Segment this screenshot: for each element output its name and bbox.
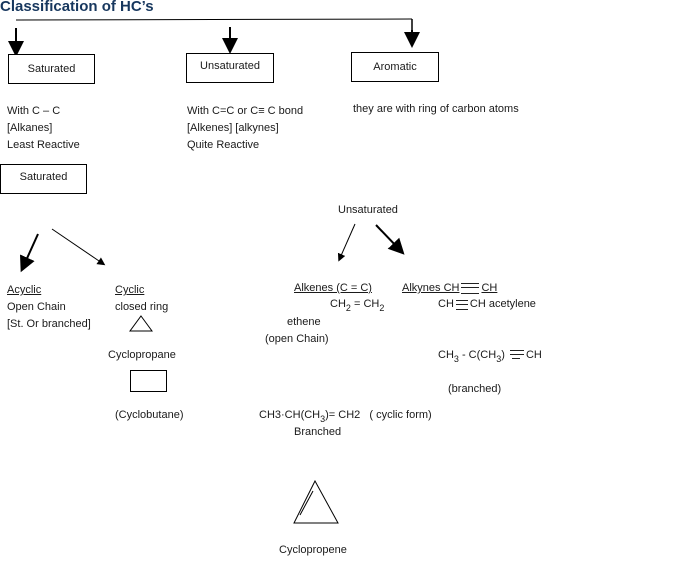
- cyclopropane-triangle: [129, 315, 153, 332]
- arrow-to-alkynes: [375, 224, 405, 255]
- triple-bond-icon: [454, 299, 470, 311]
- cyclic-group: Cyclic closed ring: [115, 282, 168, 316]
- cyclic-form-note: ( cyclic form): [369, 409, 432, 421]
- formula-part: CH: [438, 349, 454, 361]
- formula-part: ): [501, 349, 508, 361]
- acyclic-heading: Acyclic: [7, 284, 42, 296]
- acyclic-group: Acyclic Open Chain [St. Or branched]: [7, 282, 91, 333]
- formula-part: CH acetylene: [469, 298, 536, 310]
- arrow-to-alkenes: [337, 223, 356, 262]
- cyclic-heading: Cyclic: [115, 284, 145, 296]
- triple-bond-icon: [459, 283, 481, 295]
- alkyne-branched-label: (branched): [448, 383, 502, 395]
- arrow-to-acyclic: [20, 233, 39, 273]
- acetylene-formula: CH CH acetylene: [438, 298, 536, 311]
- alkenes-heading: Alkenes (C = C): [294, 282, 372, 294]
- top-branch-line: [15, 18, 413, 38]
- open-chain-note: (open Chain): [265, 333, 329, 345]
- alkynes-heading: Alkynes CH CH: [402, 282, 498, 295]
- description-line: Least Reactive: [7, 139, 80, 151]
- cyclopropene-label: Cyclopropene: [279, 544, 347, 556]
- branched-alkene-formula: CH3·CH(CH3)= CH2 ( cyclic form): [259, 409, 432, 424]
- formula-part: - C(CH: [458, 349, 497, 361]
- alkynes-heading-prefix: Alkynes CH: [402, 282, 460, 294]
- cyclopropene-triangle: [293, 479, 339, 524]
- cyclic-line: closed ring: [115, 301, 169, 313]
- cyclopropane-label: Cyclopropane: [108, 349, 176, 361]
- arrow-to-cyclic: [51, 228, 106, 266]
- description-line: With C – C: [7, 105, 61, 117]
- saturated-box: Saturated: [8, 54, 95, 84]
- triple-bond-icon: [508, 350, 526, 360]
- acyclic-line: Open Chain: [7, 301, 66, 313]
- formula-part: ·CH(CH: [281, 409, 321, 421]
- alkene-branched-label: Branched: [294, 426, 342, 438]
- aromatic-box-label: Aromatic: [373, 61, 417, 73]
- formula-part: CH3: [259, 409, 282, 421]
- unsaturated-box-label: Unsaturated: [200, 60, 260, 72]
- alkynes-heading-suffix: CH: [481, 282, 498, 294]
- formula-part: = CH: [350, 298, 380, 310]
- unsaturated-label: Unsaturated: [338, 204, 398, 216]
- aromatic-description: they are with ring of carbon atoms: [353, 103, 519, 115]
- unsaturated-box: Unsaturated: [186, 53, 274, 83]
- formula-part: CH: [525, 349, 542, 361]
- saturated-description: With C – C [Alkanes] Least Reactive: [7, 103, 80, 154]
- description-line: Quite Reactive: [187, 139, 260, 151]
- unsaturated-description: With C=C or C≡ C bond [Alkenes] [alkynes…: [187, 103, 303, 154]
- saturated-box-label: Saturated: [27, 63, 76, 75]
- formula-subscript: 2: [379, 303, 385, 313]
- saturated-section-label: Saturated: [19, 171, 68, 183]
- cyclobutane-square: [130, 370, 167, 392]
- formula-part: CH: [330, 298, 346, 310]
- ethene-label: ethene: [287, 316, 321, 328]
- description-line: With C=C or C≡ C bond: [187, 105, 304, 117]
- formula-part: CH: [438, 298, 454, 310]
- description-line: [Alkanes]: [7, 122, 53, 134]
- formula-part: )= CH2: [325, 409, 361, 421]
- cyclobutane-label: (Cyclobutane): [115, 409, 184, 421]
- branched-alkyne-formula: CH3 - C(CH3) CH: [438, 349, 542, 364]
- saturated-section-box: Saturated: [0, 164, 87, 194]
- acyclic-line: [St. Or branched]: [7, 318, 91, 330]
- ethene-formula: CH2 = CH2: [330, 298, 385, 313]
- description-line: [Alkenes] [alkynes]: [187, 122, 279, 134]
- aromatic-box: Aromatic: [351, 52, 439, 82]
